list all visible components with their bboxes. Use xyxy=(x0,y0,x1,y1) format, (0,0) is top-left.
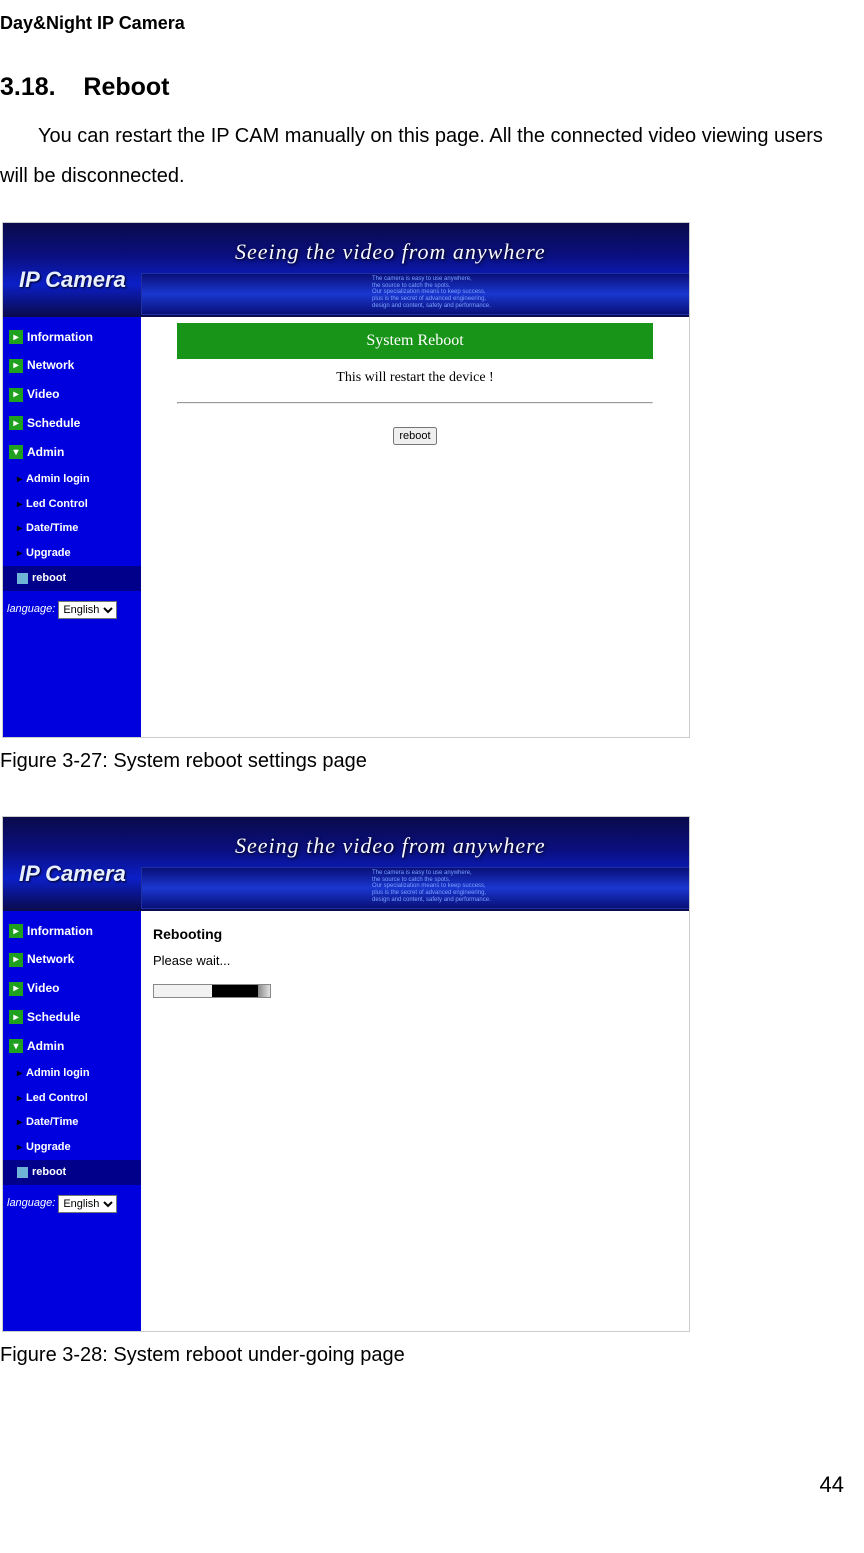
sidebar-item-schedule[interactable]: ▸ Schedule xyxy=(3,409,141,438)
sidebar-item-information[interactable]: ▸ Information xyxy=(3,917,141,946)
figure-caption-2: Figure 3-28: System reboot under-going p… xyxy=(0,1336,854,1374)
sidebar-label: Information xyxy=(27,326,93,349)
bullet-icon: ▸ xyxy=(17,519,22,538)
sidebar-item-schedule[interactable]: ▸ Schedule xyxy=(3,1003,141,1032)
sidebar-item-admin[interactable]: ▾ Admin xyxy=(3,438,141,467)
sidebar-sub-label: Led Control xyxy=(26,1088,88,1109)
page-number: 44 xyxy=(0,1464,854,1506)
sidebar-label: Video xyxy=(27,977,59,1000)
bullet-icon: ▸ xyxy=(17,495,22,514)
sidebar-label: Video xyxy=(27,383,59,406)
sidebar-item-network[interactable]: ▸ Network xyxy=(3,945,141,974)
panel-subtitle: This will restart the device ! xyxy=(177,359,653,398)
arrow-right-icon: ▸ xyxy=(9,416,23,430)
bullet-icon: ▸ xyxy=(17,1113,22,1132)
language-select[interactable]: English xyxy=(58,1195,117,1213)
language-label: language: xyxy=(7,1193,55,1214)
section-title: Reboot xyxy=(83,73,169,101)
sidebar-item-date-time[interactable]: ▸Date/Time xyxy=(3,516,141,541)
arrow-right-icon: ▸ xyxy=(9,924,23,938)
sidebar-item-admin[interactable]: ▾ Admin xyxy=(3,1032,141,1061)
ip-camera-logo: IP Camera xyxy=(19,259,126,301)
sidebar-sub-label: Date/Time xyxy=(26,1112,78,1133)
language-label: language: xyxy=(7,599,55,620)
sidebar-item-date-time[interactable]: ▸Date/Time xyxy=(3,1110,141,1135)
sidebar-item-reboot[interactable]: reboot xyxy=(3,566,141,591)
reboot-button[interactable]: reboot xyxy=(393,427,436,445)
arrow-right-icon: ▸ xyxy=(9,1010,23,1024)
arrow-right-icon: ▸ xyxy=(9,330,23,344)
figure-3-27: Seeing the video from anywhere The camer… xyxy=(2,222,690,738)
sidebar-label: Network xyxy=(27,354,74,377)
arrow-down-icon: ▾ xyxy=(9,445,23,459)
language-row: language: English xyxy=(3,1191,141,1216)
sidebar-sub-label: Admin login xyxy=(26,1063,90,1084)
sidebar-label: Admin xyxy=(27,441,64,464)
sidebar-sub-label: Date/Time xyxy=(26,518,78,539)
sidebar-label: Network xyxy=(27,948,74,971)
sidebar-item-admin-login[interactable]: ▸Admin login xyxy=(3,467,141,492)
sidebar: ▸ Information ▸ Network ▸ Video ▸ Schedule ▾… xyxy=(3,317,141,737)
sidebar-item-reboot[interactable]: reboot xyxy=(3,1160,141,1185)
sidebar-item-video[interactable]: ▸ Video xyxy=(3,380,141,409)
active-item-icon xyxy=(17,573,28,584)
banner-tagline: Seeing the video from anywhere xyxy=(235,825,546,867)
panel-title: System Reboot xyxy=(177,323,653,359)
banner-fine-print: The camera is easy to use anywhere,the s… xyxy=(142,868,689,904)
bullet-icon: ▸ xyxy=(17,470,22,489)
banner-fine-print: The camera is easy to use anywhere,the s… xyxy=(142,274,689,310)
sidebar-label: Information xyxy=(27,920,93,943)
sidebar-item-led-control[interactable]: ▸Led Control xyxy=(3,1086,141,1111)
active-item-icon xyxy=(17,1167,28,1178)
figure-caption-1: Figure 3-27: System reboot settings page xyxy=(0,742,854,780)
sub-banner: The camera is easy to use anywhere,the s… xyxy=(141,273,689,315)
bullet-icon: ▸ xyxy=(17,1064,22,1083)
content-panel: System Reboot This will restart the devi… xyxy=(141,317,689,737)
sidebar-label: Schedule xyxy=(27,1006,80,1029)
divider xyxy=(177,402,653,404)
rebooting-heading: Rebooting xyxy=(153,921,683,948)
bullet-icon: ▸ xyxy=(17,544,22,563)
sidebar-item-led-control[interactable]: ▸Led Control xyxy=(3,492,141,517)
document-header: Day&Night IP Camera xyxy=(0,6,854,40)
sidebar-item-video[interactable]: ▸ Video xyxy=(3,974,141,1003)
sidebar-sub-label: Upgrade xyxy=(26,543,71,564)
banner: Seeing the video from anywhere The camer… xyxy=(3,223,689,317)
banner: Seeing the video from anywhere The camer… xyxy=(3,817,689,911)
progress-bar xyxy=(153,984,271,998)
sidebar-item-information[interactable]: ▸ Information xyxy=(3,323,141,352)
sub-banner: The camera is easy to use anywhere,the s… xyxy=(141,867,689,909)
section-heading: 3.18. Reboot xyxy=(0,64,854,112)
sidebar-sub-label: Led Control xyxy=(26,494,88,515)
section-number: 3.18. xyxy=(0,73,56,101)
arrow-right-icon: ▸ xyxy=(9,359,23,373)
figure-3-28: Seeing the video from anywhere The camer… xyxy=(2,816,690,1332)
sidebar-label: Admin xyxy=(27,1035,64,1058)
language-row: language: English xyxy=(3,597,141,622)
sidebar-item-admin-login[interactable]: ▸Admin login xyxy=(3,1061,141,1086)
bullet-icon: ▸ xyxy=(17,1089,22,1108)
sidebar-item-network[interactable]: ▸ Network xyxy=(3,351,141,380)
section-body-text: You can restart the IP CAM manually on t… xyxy=(0,116,854,196)
ip-camera-logo: IP Camera xyxy=(19,853,126,895)
arrow-down-icon: ▾ xyxy=(9,1039,23,1053)
sidebar-sub-label: Upgrade xyxy=(26,1137,71,1158)
arrow-right-icon: ▸ xyxy=(9,953,23,967)
sidebar-sub-label: reboot xyxy=(32,1162,66,1183)
bullet-icon: ▸ xyxy=(17,1138,22,1157)
arrow-right-icon: ▸ xyxy=(9,388,23,402)
sidebar-sub-label: Admin login xyxy=(26,469,90,490)
please-wait-text: Please wait... xyxy=(153,949,683,974)
banner-tagline: Seeing the video from anywhere xyxy=(235,231,546,273)
sidebar-label: Schedule xyxy=(27,412,80,435)
sidebar: ▸ Information ▸ Network ▸ Video ▸ Schedule ▾… xyxy=(3,911,141,1331)
content-panel: Rebooting Please wait... xyxy=(141,911,689,1331)
arrow-right-icon: ▸ xyxy=(9,982,23,996)
sidebar-sub-label: reboot xyxy=(32,568,66,589)
sidebar-item-upgrade[interactable]: ▸Upgrade xyxy=(3,1135,141,1160)
language-select[interactable]: English xyxy=(58,601,117,619)
sidebar-item-upgrade[interactable]: ▸Upgrade xyxy=(3,541,141,566)
